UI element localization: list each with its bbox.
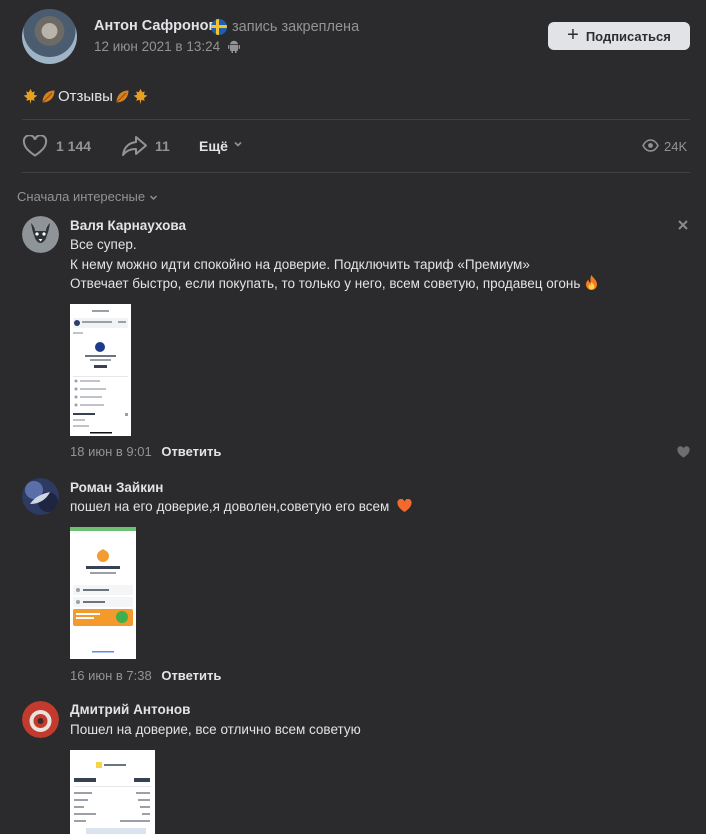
comment-line: К нему можно идти спокойно на доверие. П… xyxy=(70,256,530,272)
commenter-avatar[interactable] xyxy=(22,478,59,515)
comment-author[interactable]: Дмитрий Антонов xyxy=(70,702,190,717)
comment-text: пошел на его доверие,я доволен,советую е… xyxy=(70,497,412,517)
maple-leaf-icon xyxy=(133,88,148,105)
heart-icon[interactable] xyxy=(677,446,690,458)
reply-button[interactable]: Ответить xyxy=(161,444,221,459)
orange-heart-emoji-icon xyxy=(397,499,412,512)
commenter-avatar[interactable] xyxy=(22,216,59,253)
share-arrow-icon[interactable] xyxy=(121,134,149,158)
like-count[interactable]: 1 144 xyxy=(56,138,91,154)
divider xyxy=(22,172,690,173)
comment-line: Все супер. xyxy=(70,237,137,252)
receipt-screenshot-icon xyxy=(70,750,155,834)
post-text: Отзывы xyxy=(22,88,149,105)
android-icon xyxy=(228,40,240,53)
author-avatar[interactable] xyxy=(22,9,77,64)
comment-text: Пошел на доверие, все отлично всем совет… xyxy=(70,720,361,740)
comments-sort-dropdown[interactable]: Сначала интересные xyxy=(17,189,158,204)
plus-icon: + xyxy=(567,24,579,46)
share-count[interactable]: 11 xyxy=(155,138,170,154)
post-text-label: Отзывы xyxy=(58,88,113,105)
post-header: Антон Сафронов запись закреплена 12 июн … xyxy=(0,0,706,80)
fallen-leaf-icon xyxy=(116,90,129,103)
comment-attachment-image[interactable] xyxy=(70,304,131,436)
heart-outline-icon[interactable] xyxy=(22,135,48,157)
comment-meta: 18 июн в 9:01 Ответить xyxy=(70,444,221,459)
reply-button[interactable]: Ответить xyxy=(161,668,221,683)
sweden-flag-icon xyxy=(211,19,227,35)
chevron-down-icon xyxy=(150,195,158,200)
phone-screenshot-icon xyxy=(70,527,136,659)
comment-attachment-image[interactable] xyxy=(70,750,155,834)
comment-line: Пошел на доверие, все отлично всем совет… xyxy=(70,722,361,737)
post-date[interactable]: 12 июн 2021 в 13:24 xyxy=(94,39,220,54)
phone-screenshot-icon xyxy=(70,304,131,436)
comment-date[interactable]: 16 июн в 7:38 xyxy=(70,668,152,683)
fallen-leaf-icon xyxy=(42,90,55,103)
comment-date[interactable]: 18 июн в 9:01 xyxy=(70,444,152,459)
divider xyxy=(22,119,690,120)
maple-leaf-icon xyxy=(23,88,38,105)
close-icon[interactable] xyxy=(677,219,689,231)
sort-label: Сначала интересные xyxy=(17,189,146,204)
chevron-down-icon xyxy=(234,141,242,147)
subscribe-label: Подписаться xyxy=(585,28,671,44)
pinned-label: запись закреплена xyxy=(232,19,360,35)
comment-author[interactable]: Валя Карнаухова xyxy=(70,218,186,233)
eye-icon xyxy=(642,139,659,152)
commenter-avatar[interactable] xyxy=(22,701,59,738)
author-name[interactable]: Антон Сафронов xyxy=(94,18,217,34)
comment-line: пошел на его доверие,я доволен,советую е… xyxy=(70,499,390,514)
subscribe-button[interactable]: + Подписаться xyxy=(548,22,690,50)
comment-author[interactable]: Роман Зайкин xyxy=(70,480,163,495)
views-count: 24K xyxy=(664,139,688,154)
comment-text: Все супер. К нему можно идти спокойно на… xyxy=(70,235,599,294)
comment-line: Отвечает быстро, если покупать, то тольк… xyxy=(70,276,581,291)
fire-emoji-icon xyxy=(586,275,598,290)
comment-meta: 16 июн в 7:38 Ответить xyxy=(70,668,221,683)
post-actions: 1 144 11 Ещё 24K xyxy=(0,128,706,164)
more-button[interactable]: Ещё xyxy=(199,138,228,154)
comment-attachment-image[interactable] xyxy=(70,527,136,659)
